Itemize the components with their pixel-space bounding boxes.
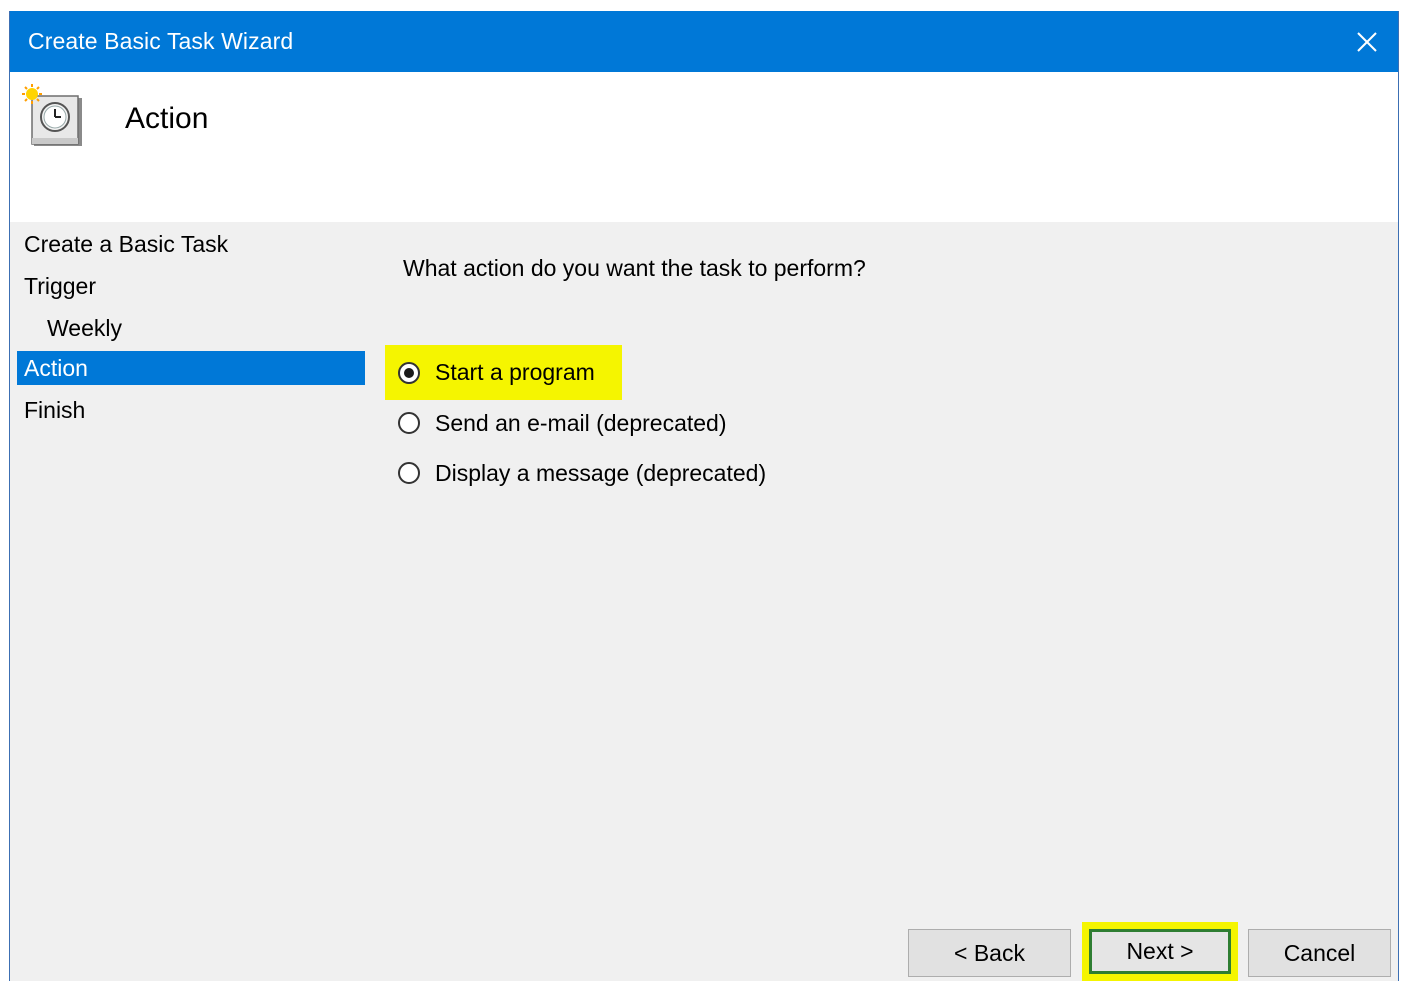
wizard-steps-nav: Create a Basic Task Trigger Weekly Actio… (17, 224, 365, 432)
nav-item-finish: Finish (24, 397, 86, 423)
back-button[interactable]: < Back (908, 929, 1071, 977)
close-button[interactable] (1336, 11, 1398, 72)
nav-item-action: Action (17, 351, 365, 385)
next-button-highlight: Next > (1082, 922, 1238, 981)
wizard-window: Create Basic Task Wizard Action Create a… (9, 11, 1399, 981)
option-label: Send an e-mail (deprecated) (435, 409, 727, 436)
cancel-button[interactable]: Cancel (1248, 929, 1391, 977)
option-label: Start a program (435, 359, 595, 385)
nav-item-create-basic-task: Create a Basic Task (24, 231, 229, 257)
window-title: Create Basic Task Wizard (28, 28, 294, 54)
radio-send-email[interactable] (398, 412, 420, 434)
option-label: Display a message (deprecated) (435, 459, 767, 486)
close-icon (1357, 31, 1377, 52)
nav-item-trigger: Trigger (24, 273, 96, 299)
wizard-header: Action (10, 72, 1398, 222)
option-send-email[interactable]: Send an e-mail (deprecated) (385, 403, 727, 443)
page-title: Action (125, 102, 209, 135)
scheduled-task-clock-icon (22, 84, 82, 146)
radio-display-message[interactable] (398, 462, 420, 484)
action-question: What action do you want the task to perf… (403, 255, 866, 281)
title-bar: Create Basic Task Wizard (10, 11, 1398, 72)
option-display-message[interactable]: Display a message (deprecated) (385, 453, 766, 493)
nav-item-weekly: Weekly (47, 315, 122, 341)
next-button[interactable]: Next > (1089, 929, 1231, 974)
radio-start-program[interactable] (398, 361, 420, 384)
option-start-program[interactable]: Start a program (385, 345, 622, 400)
